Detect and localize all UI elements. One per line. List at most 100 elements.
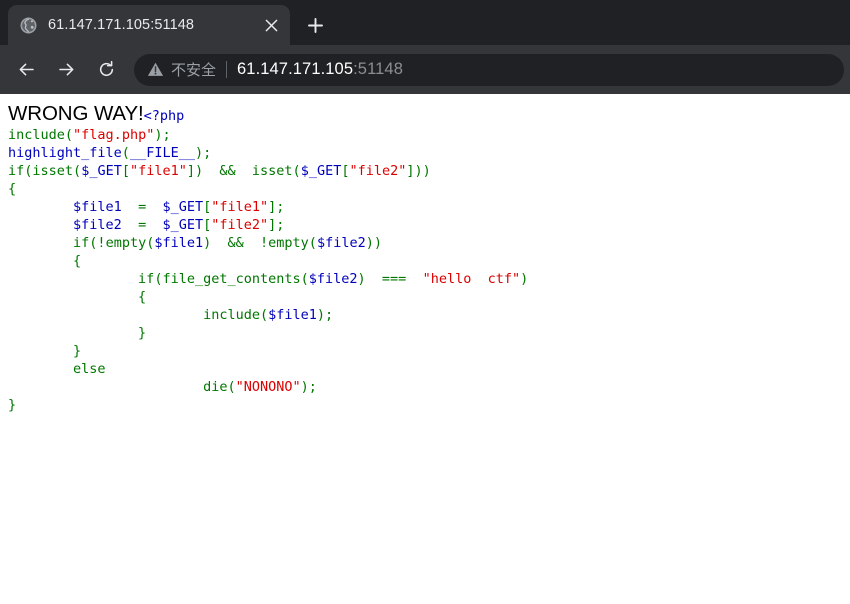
code-line: else xyxy=(8,360,850,378)
page-heading: WRONG WAY! xyxy=(8,102,144,125)
forward-icon[interactable] xyxy=(50,54,82,86)
code-token: $_GET xyxy=(300,163,342,179)
code-token: ])) xyxy=(406,163,431,179)
code-token: ) && ! xyxy=(203,235,269,251)
browser-tab[interactable]: 61.147.171.105:51148 xyxy=(8,5,290,45)
code-token: $file2 xyxy=(73,217,122,233)
code-token: ( xyxy=(121,145,130,161)
code-line: if(!empty($file1) && !empty($file2)) xyxy=(8,234,850,252)
code-token: "hello ctf" xyxy=(422,271,521,287)
code-token: (! xyxy=(89,235,106,251)
code-token: ) xyxy=(520,271,529,287)
code-token: = xyxy=(121,199,163,215)
code-line: if(isset($_GET["file1"]) && isset($_GET[… xyxy=(8,162,850,180)
code-token: ( xyxy=(259,307,269,323)
code-token: isset xyxy=(251,163,293,179)
code-token: ); xyxy=(154,127,171,143)
code-token: $file1 xyxy=(154,235,204,251)
code-line: { xyxy=(8,288,850,306)
new-tab-button[interactable] xyxy=(298,8,332,42)
code-token: "file1" xyxy=(129,163,187,179)
omnibox-divider xyxy=(226,61,228,78)
code-token: $file2 xyxy=(316,235,366,251)
code-line: } xyxy=(8,342,850,360)
php-source-code: include("flag.php"); highlight_file(__FIL… xyxy=(8,126,850,414)
code-line: die("NONONO"); xyxy=(8,378,850,396)
code-token: )) xyxy=(365,235,382,251)
code-token: "NONONO" xyxy=(235,379,301,395)
code-line: highlight_file(__FILE__); xyxy=(8,144,850,162)
code-token: "file2" xyxy=(211,217,269,233)
code-token: } xyxy=(8,397,17,413)
code-line: { xyxy=(8,180,850,198)
code-token: [ xyxy=(203,217,212,233)
back-icon[interactable] xyxy=(10,54,42,86)
code-token: ); xyxy=(300,379,317,395)
code-token: $_GET xyxy=(162,199,204,215)
code-token: empty xyxy=(105,235,147,251)
code-token: ( xyxy=(292,163,301,179)
code-line: include($file1); xyxy=(8,306,850,324)
code-token: file_get_contents xyxy=(162,271,301,287)
tab-title: 61.147.171.105:51148 xyxy=(48,17,195,33)
address-bar-url: 61.147.171.105:51148 xyxy=(237,60,403,79)
code-line: if(file_get_contents($file2) === "hello … xyxy=(8,270,850,288)
code-token: ]; xyxy=(268,217,285,233)
code-token: isset xyxy=(32,163,74,179)
code-token: $file2 xyxy=(308,271,358,287)
code-line: } xyxy=(8,324,850,342)
code-token: if xyxy=(8,163,25,179)
code-token: $_GET xyxy=(81,163,122,179)
code-token: __FILE__ xyxy=(129,145,195,161)
code-line: { xyxy=(8,252,850,270)
php-open-tag: <?php xyxy=(143,108,185,124)
code-token: } xyxy=(8,343,82,359)
code-token: "file1" xyxy=(211,199,269,215)
code-token: ); xyxy=(316,307,334,323)
code-token: [ xyxy=(203,199,212,215)
code-token: ( xyxy=(64,127,74,143)
address-bar[interactable]: 不安全 61.147.171.105:51148 xyxy=(134,53,844,86)
code-token: include xyxy=(203,307,260,323)
reload-icon[interactable] xyxy=(90,54,122,86)
code-token: { xyxy=(8,253,82,269)
page-content: WRONG WAY!<?php include("flag.php"); high… xyxy=(0,94,850,414)
code-token: = xyxy=(121,217,163,233)
navigation-toolbar: 不安全 61.147.171.105:51148 xyxy=(0,45,850,94)
code-line: } xyxy=(8,396,850,414)
code-token: $file1 xyxy=(73,199,122,215)
code-token: { xyxy=(8,181,17,197)
code-token: empty xyxy=(268,235,309,251)
close-icon[interactable] xyxy=(258,12,284,38)
code-line: $file2 = $_GET["file2"]; xyxy=(8,216,850,234)
code-token: ); xyxy=(194,145,212,161)
code-token: highlight_file xyxy=(8,145,122,161)
code-token: die xyxy=(203,379,228,395)
code-token: if xyxy=(73,235,90,251)
warning-triangle-icon[interactable] xyxy=(146,61,164,79)
code-token: ) === xyxy=(357,271,423,287)
code-token: { xyxy=(8,289,147,305)
code-token: $_GET xyxy=(162,217,204,233)
code-token: [ xyxy=(121,163,130,179)
globe-icon xyxy=(20,17,37,34)
code-token: "file2" xyxy=(349,163,407,179)
code-token: ( xyxy=(300,271,309,287)
code-token: else xyxy=(73,361,106,377)
code-token: } xyxy=(8,325,147,341)
security-status-text: 不安全 xyxy=(171,62,217,79)
code-line: $file1 = $_GET["file1"]; xyxy=(8,198,850,216)
code-token: ]) && xyxy=(186,163,252,179)
code-token: include xyxy=(8,127,65,143)
code-token: ( xyxy=(73,163,82,179)
code-line: include("flag.php"); xyxy=(8,126,850,144)
url-host: 61.147.171.105 xyxy=(237,60,354,78)
browser-window: 61.147.171.105:51148 不安全 61.147.171.105:… xyxy=(0,0,850,604)
